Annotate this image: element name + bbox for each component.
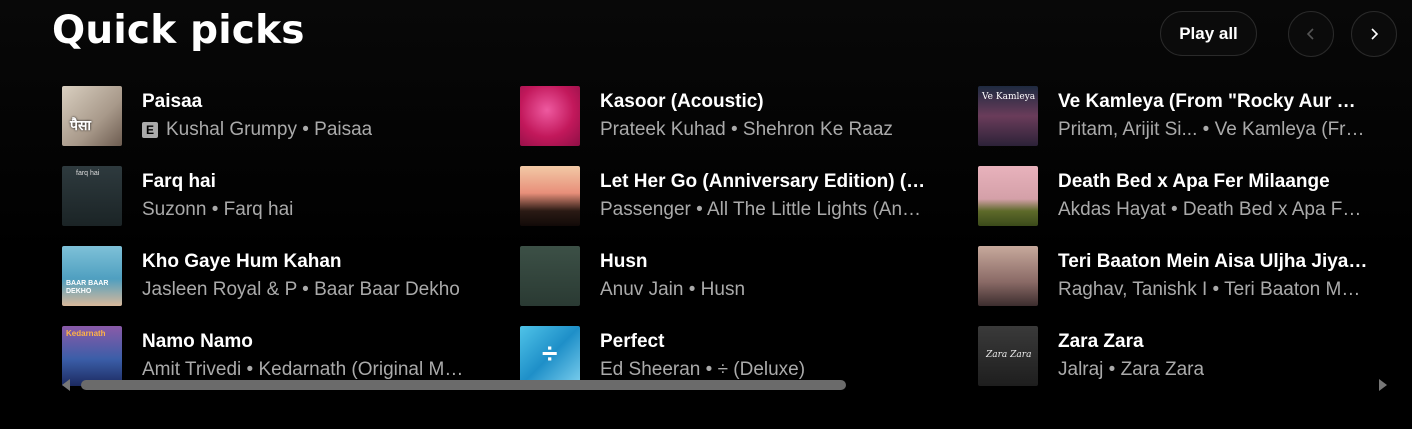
album-art[interactable]: Zara Zara — [978, 326, 1038, 386]
explicit-badge-icon: E — [142, 122, 158, 138]
song-title[interactable]: Kasoor (Acoustic) — [600, 90, 930, 114]
album-art-text: Kedarnath — [66, 329, 106, 338]
song-item[interactable]: Death Bed x Apa Fer Milaange Akdas Hayat… — [978, 156, 1378, 236]
song-item[interactable]: Ve Kamleya Ve Kamleya (From "Rocky Aur R… — [978, 76, 1378, 156]
song-title[interactable]: Kho Gaye Hum Kahan — [142, 250, 472, 274]
album-art-text: farq hai — [76, 170, 100, 177]
scroll-right-arrow-icon[interactable] — [1379, 379, 1387, 391]
song-item[interactable]: पैसा Paisaa E Kushal Grumpy • Paisaa — [62, 76, 520, 156]
song-title[interactable]: Teri Baaton Mein Aisa Uljha Jiya (Title … — [1058, 250, 1368, 274]
album-art-text: Ve Kamleya — [982, 92, 1036, 102]
song-item[interactable]: Kasoor (Acoustic) Prateek Kuhad • Shehro… — [520, 76, 978, 156]
song-title[interactable]: Zara Zara — [1058, 330, 1368, 354]
album-art[interactable] — [978, 166, 1038, 226]
chevron-left-icon — [1306, 28, 1314, 40]
album-art[interactable] — [978, 246, 1038, 306]
album-art-text: पैसा — [70, 118, 92, 134]
section-title: Quick picks — [52, 8, 305, 53]
carousel-next-button[interactable] — [1351, 11, 1397, 57]
song-item[interactable]: Husn Anuv Jain • Husn — [520, 236, 978, 316]
song-item[interactable]: Let Her Go (Anniversary Edition) (feat. … — [520, 156, 978, 236]
song-title[interactable]: Death Bed x Apa Fer Milaange — [1058, 170, 1368, 194]
play-all-button[interactable]: Play all — [1160, 11, 1257, 56]
song-subtitle[interactable]: Suzonn • Farq hai — [142, 198, 293, 222]
song-title[interactable]: Husn — [600, 250, 930, 274]
album-art[interactable]: Kedarnath — [62, 326, 122, 386]
song-item[interactable]: Teri Baaton Mein Aisa Uljha Jiya (Title … — [978, 236, 1378, 316]
song-title[interactable]: Namo Namo — [142, 330, 472, 354]
quick-picks-grid: पैसा Paisaa E Kushal Grumpy • Paisaa Kas… — [62, 76, 1378, 396]
song-title[interactable]: Paisaa — [142, 90, 472, 114]
album-art[interactable]: पैसा — [62, 86, 122, 146]
song-title[interactable]: Let Her Go (Anniversary Edition) (feat. … — [600, 170, 930, 194]
song-subtitle[interactable]: Prateek Kuhad • Shehron Ke Raaz — [600, 118, 893, 142]
song-subtitle[interactable]: Passenger • All The Little Lights (Anniv… — [600, 198, 930, 222]
album-art[interactable] — [520, 86, 580, 146]
album-art-text: BAAR BAAR DEKHO — [66, 280, 109, 295]
song-item[interactable]: BAAR BAAR DEKHO Kho Gaye Hum Kahan Jasle… — [62, 236, 520, 316]
song-title[interactable]: Farq hai — [142, 170, 472, 194]
album-art[interactable]: farq hai — [62, 166, 122, 226]
album-art[interactable]: Ve Kamleya — [978, 86, 1038, 146]
album-art[interactable]: BAAR BAAR DEKHO — [62, 246, 122, 306]
album-art[interactable] — [520, 246, 580, 306]
album-art[interactable]: ÷ — [520, 326, 580, 386]
album-art-text: Zara Zara — [986, 350, 1032, 360]
song-subtitle[interactable]: Raghav, Tanishk I • Teri Baaton Mein Ais… — [1058, 278, 1368, 302]
chevron-right-icon — [1371, 28, 1379, 40]
album-art-text: ÷ — [542, 338, 558, 369]
song-subtitle[interactable]: Kushal Grumpy • Paisaa — [166, 118, 372, 142]
scroll-left-arrow-icon[interactable] — [62, 379, 70, 391]
song-title[interactable]: Perfect — [600, 330, 930, 354]
scrollbar-thumb[interactable] — [81, 380, 846, 390]
song-subtitle[interactable]: Akdas Hayat • Death Bed x Apa Fer Milaan… — [1058, 198, 1368, 222]
song-subtitle[interactable]: Pritam, Arijit Si... • Ve Kamleya (From.… — [1058, 118, 1368, 142]
carousel-prev-button[interactable] — [1288, 11, 1334, 57]
song-item[interactable]: farq hai Farq hai Suzonn • Farq hai — [62, 156, 520, 236]
album-art[interactable] — [520, 166, 580, 226]
song-title[interactable]: Ve Kamleya (From "Rocky Aur Rani Kii Pre… — [1058, 90, 1368, 114]
song-subtitle[interactable]: Anuv Jain • Husn — [600, 278, 745, 302]
song-subtitle[interactable]: Jasleen Royal & P • Baar Baar Dekho — [142, 278, 460, 302]
